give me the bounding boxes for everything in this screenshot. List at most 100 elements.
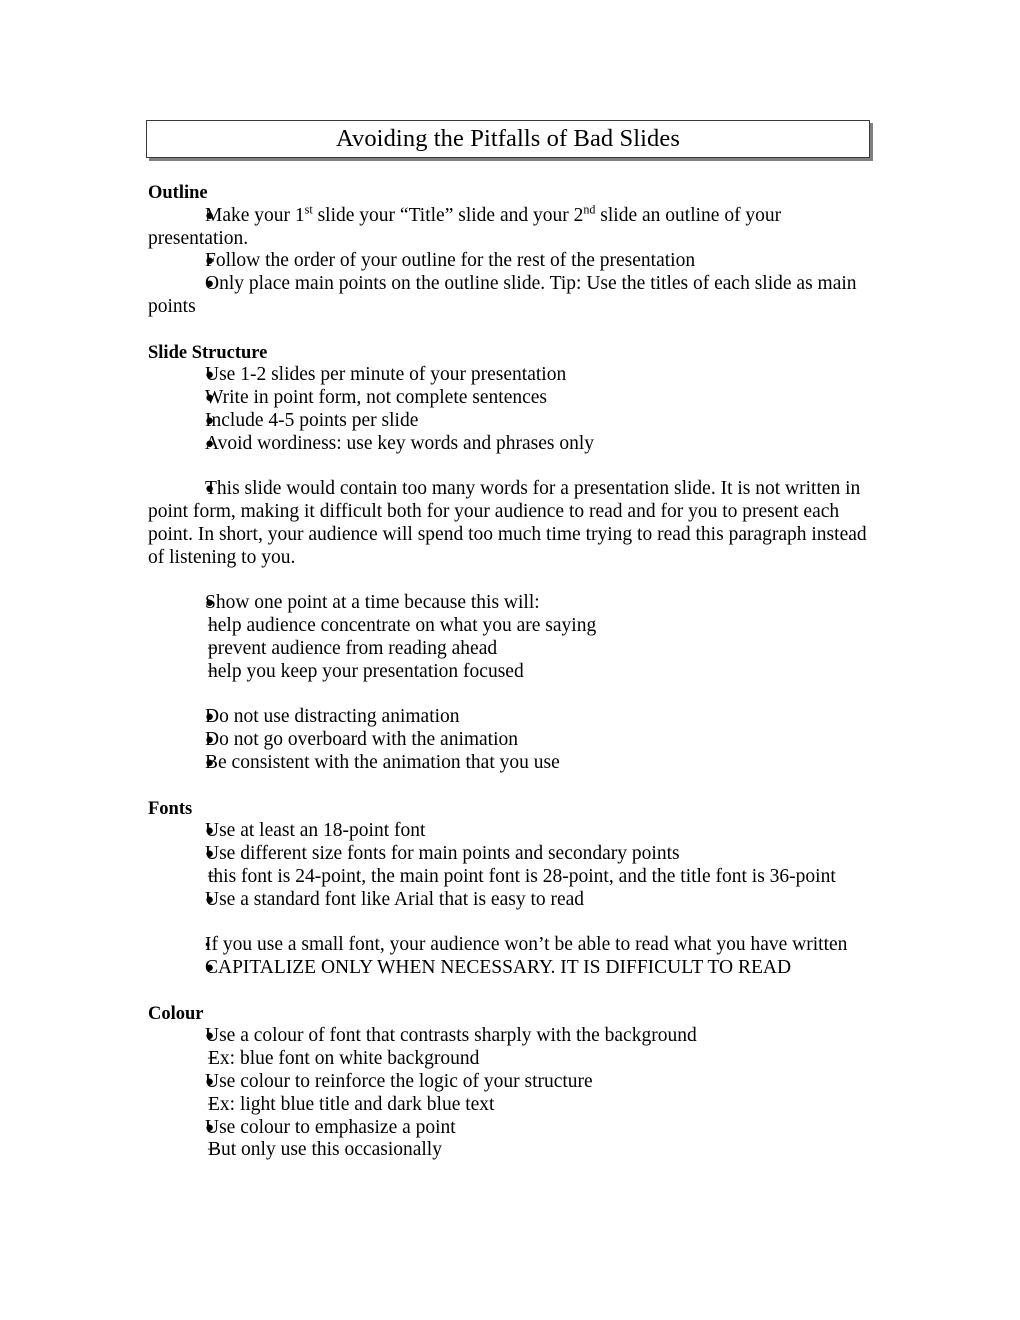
section-heading: Colour bbox=[148, 1003, 204, 1024]
list-item: Use colour to reinforce the logic of you… bbox=[148, 1071, 878, 1094]
round-bullet-icon bbox=[148, 250, 188, 274]
list-item-label: Use at least an 18-point font bbox=[205, 820, 426, 842]
list-item-label: Ex: blue font on white background bbox=[208, 1048, 480, 1070]
round-bullet-icon bbox=[148, 889, 188, 913]
list-item-label: Include 4-5 points per slide bbox=[205, 409, 419, 431]
round-bullet-icon bbox=[148, 843, 188, 867]
list-item: prevent audience from reading ahead bbox=[148, 638, 878, 661]
list-item: This slide would contain too many words … bbox=[148, 478, 878, 569]
list-item-label: Ex: light blue title and dark blue text bbox=[208, 1093, 495, 1115]
section-heading: Slide Structure bbox=[148, 342, 268, 363]
list-item: Follow the order of your outline for the… bbox=[148, 250, 878, 273]
list-item: Ex: blue font on white background bbox=[148, 1048, 878, 1071]
list-item-label: Avoid wordiness: use key words and phras… bbox=[205, 432, 595, 454]
list-item-label: help audience concentrate on what you ar… bbox=[208, 615, 597, 637]
list-item-label: Write in point form, not complete senten… bbox=[205, 387, 547, 409]
round-bullet-icon bbox=[148, 273, 188, 297]
list-item-label: Do not go overboard with the animation bbox=[205, 729, 519, 751]
list-item-label: Use 1-2 slides per minute of your presen… bbox=[205, 364, 567, 386]
dash-bullet-icon bbox=[148, 1048, 188, 1071]
dash-bullet-icon bbox=[148, 1139, 188, 1162]
text-run: slide your “Title” slide and your 2 bbox=[312, 204, 584, 226]
list-item-label: Make your 1st slide your “Title” slide a… bbox=[148, 202, 781, 248]
round-bullet-icon bbox=[148, 934, 188, 959]
round-bullet-icon bbox=[148, 592, 188, 616]
list-item: Use different size fonts for main points… bbox=[148, 843, 878, 866]
list-item-label: Do not use distracting animation bbox=[205, 706, 460, 728]
round-bullet-icon bbox=[148, 706, 188, 730]
list-item: Use colour to emphasize a point bbox=[148, 1117, 878, 1140]
round-bullet-icon bbox=[148, 729, 188, 753]
list-item: Show one point at a time because this wi… bbox=[148, 592, 878, 615]
document-body: OutlineMake your 1st slide your “Title” … bbox=[148, 182, 878, 1162]
list-item: this font is 24-point, the main point fo… bbox=[148, 866, 878, 889]
list-item: help you keep your presentation focused bbox=[148, 661, 878, 684]
list-item-label: Follow the order of your outline for the… bbox=[205, 250, 696, 272]
dash-bullet-icon bbox=[148, 661, 188, 684]
round-bullet-icon bbox=[148, 1025, 188, 1049]
list-item: help audience concentrate on what you ar… bbox=[148, 615, 878, 638]
round-bullet-icon bbox=[148, 820, 188, 844]
dash-bullet-icon bbox=[148, 615, 188, 638]
superscript: st bbox=[304, 202, 313, 217]
list-item-label: Show one point at a time because this wi… bbox=[205, 592, 540, 614]
list-item-label: But only use this occasionally bbox=[208, 1139, 442, 1161]
round-bullet-icon bbox=[148, 364, 188, 388]
dash-bullet-icon bbox=[148, 866, 188, 889]
section-heading: Outline bbox=[148, 183, 208, 203]
superscript: nd bbox=[583, 202, 596, 217]
page-title: Avoiding the Pitfalls of Bad Slides bbox=[336, 124, 680, 152]
round-bullet-icon bbox=[148, 410, 188, 434]
round-bullet-icon bbox=[148, 387, 188, 411]
list-item: Only place main points on the outline sl… bbox=[148, 273, 878, 319]
list-item: Include 4-5 points per slide bbox=[148, 410, 878, 433]
document-title-box: Avoiding the Pitfalls of Bad Slides bbox=[146, 120, 870, 158]
list-item-label: Use a standard font like Arial that is e… bbox=[205, 888, 585, 910]
list-item: Avoid wordiness: use key words and phras… bbox=[148, 433, 878, 456]
round-bullet-icon bbox=[148, 752, 188, 776]
list-item: But only use this occasionally bbox=[148, 1139, 878, 1162]
list-item-label: CAPITALIZE ONLY WHEN NECESSARY. IT IS DI… bbox=[205, 957, 792, 979]
list-item-label: This slide would contain too many words … bbox=[148, 478, 867, 568]
list-item-label: Use a colour of font that contrasts shar… bbox=[205, 1025, 697, 1047]
list-item: CAPITALIZE ONLY WHEN NECESSARY. IT IS DI… bbox=[148, 957, 878, 980]
list-item-label: Be consistent with the animation that yo… bbox=[205, 751, 560, 773]
dash-bullet-icon bbox=[148, 638, 188, 661]
round-bullet-icon bbox=[148, 1071, 188, 1095]
list-item: Be consistent with the animation that yo… bbox=[148, 752, 878, 775]
section-heading: Fonts bbox=[148, 798, 193, 819]
list-item: Do not use distracting animation bbox=[148, 706, 878, 729]
list-item: Make your 1st slide your “Title” slide a… bbox=[148, 202, 878, 251]
round-bullet-icon bbox=[148, 205, 188, 229]
list-item: Write in point form, not complete senten… bbox=[148, 387, 878, 410]
list-item: Do not go overboard with the animation bbox=[148, 729, 878, 752]
list-item-label: this font is 24-point, the main point fo… bbox=[208, 865, 836, 887]
list-item-label: Use colour to emphasize a point bbox=[205, 1116, 456, 1138]
list-item-label: If you use a small font, your audience w… bbox=[205, 934, 848, 956]
list-item-label: prevent audience from reading ahead bbox=[208, 637, 498, 659]
round-bullet-icon bbox=[148, 478, 188, 502]
document-page: Avoiding the Pitfalls of Bad Slides Outl… bbox=[0, 0, 1020, 1320]
list-item: Use a colour of font that contrasts shar… bbox=[148, 1025, 878, 1048]
round-bullet-icon bbox=[148, 1117, 188, 1141]
list-item-label: Only place main points on the outline sl… bbox=[148, 273, 857, 317]
list-item-label: help you keep your presentation focused bbox=[208, 660, 524, 682]
list-item: Use 1-2 slides per minute of your presen… bbox=[148, 364, 878, 387]
list-item: Ex: light blue title and dark blue text bbox=[148, 1094, 878, 1117]
dash-bullet-icon bbox=[148, 1094, 188, 1117]
text-run: Make your 1 bbox=[205, 204, 305, 226]
list-item: If you use a small font, your audience w… bbox=[148, 934, 878, 957]
round-bullet-icon bbox=[148, 433, 188, 457]
list-item: Use at least an 18-point font bbox=[148, 820, 878, 843]
list-item: Use a standard font like Arial that is e… bbox=[148, 889, 878, 912]
list-item-label: Use different size fonts for main points… bbox=[205, 843, 680, 865]
list-item-label: Use colour to reinforce the logic of you… bbox=[205, 1071, 593, 1093]
round-bullet-icon bbox=[148, 957, 188, 981]
